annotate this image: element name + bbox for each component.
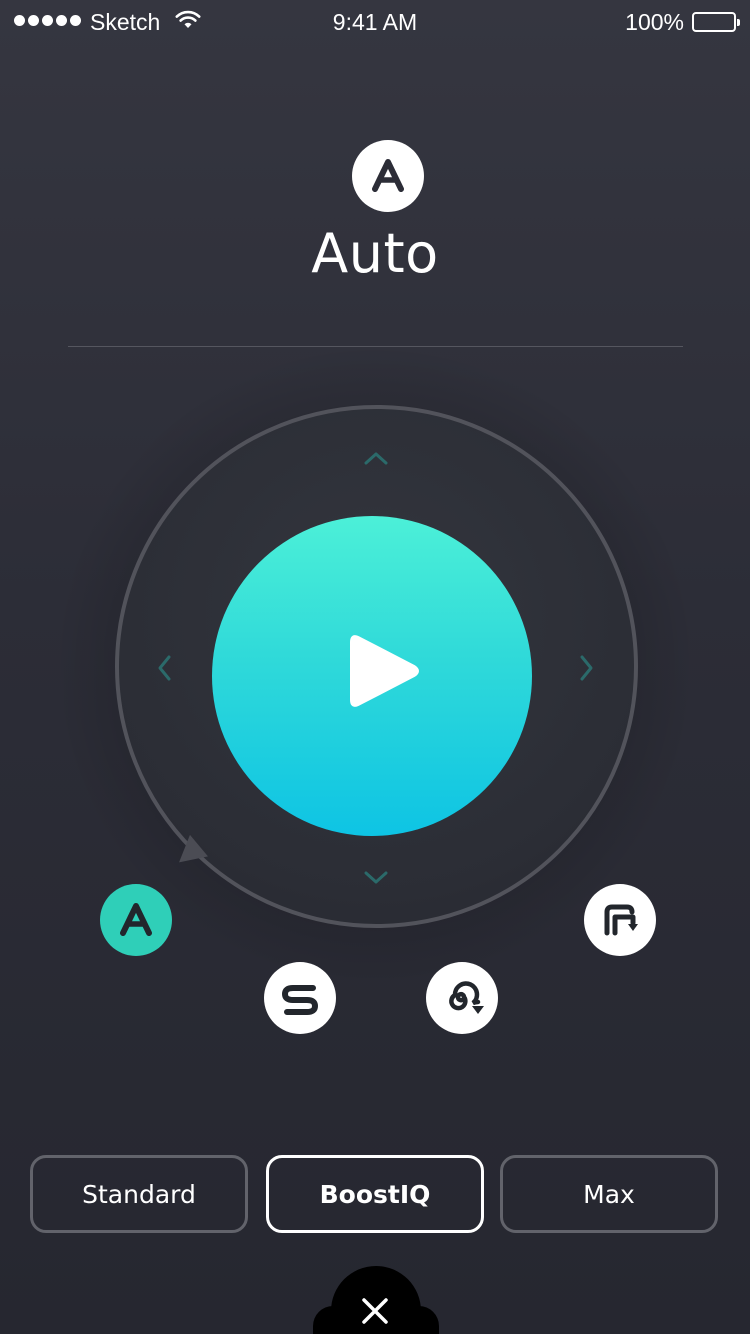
arrow-right-button[interactable] <box>571 653 601 683</box>
mode-spot-button[interactable] <box>264 962 336 1034</box>
suction-boostiq-label: BoostIQ <box>319 1179 431 1209</box>
auto-icon <box>120 903 152 936</box>
suction-standard-label: Standard <box>82 1179 196 1209</box>
spot-icon <box>282 985 318 1015</box>
mode-auto-button[interactable] <box>100 884 172 956</box>
suction-boostiq-button[interactable]: BoostIQ <box>266 1155 484 1233</box>
battery-icon <box>692 12 740 32</box>
suction-standard-button[interactable]: Standard <box>30 1155 248 1233</box>
arrow-down-button[interactable] <box>361 862 391 892</box>
status-bar: Sketch 9:41 AM 100% <box>0 0 750 44</box>
arrow-left-button[interactable] <box>150 653 180 683</box>
divider <box>68 346 683 347</box>
edge-icon <box>604 904 638 936</box>
battery-percent: 100% <box>625 9 684 35</box>
close-icon <box>358 1294 392 1328</box>
suction-max-button[interactable]: Max <box>500 1155 718 1233</box>
suction-max-label: Max <box>583 1179 635 1209</box>
arrow-up-button[interactable] <box>361 444 391 474</box>
mode-edge-button[interactable] <box>584 884 656 956</box>
spiral-icon <box>449 981 484 1014</box>
auto-icon <box>352 140 424 212</box>
mode-title: Auto <box>311 222 439 285</box>
play-icon <box>348 630 424 712</box>
mode-spiral-button[interactable] <box>426 962 498 1034</box>
